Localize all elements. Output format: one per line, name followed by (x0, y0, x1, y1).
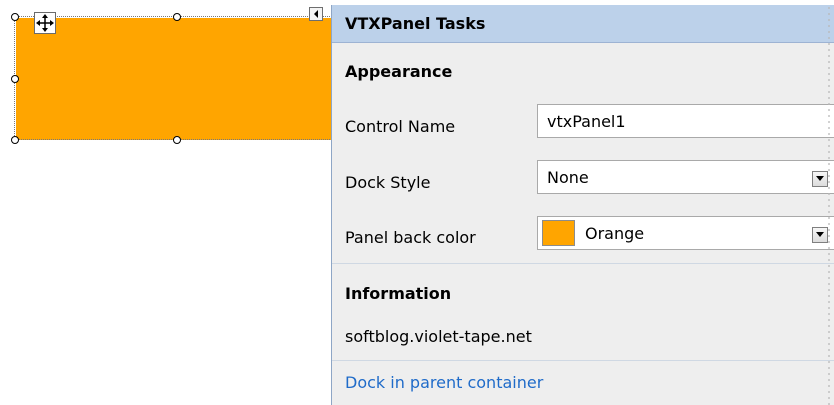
back-color-dropdown-arrow-icon[interactable] (812, 227, 828, 243)
vtx-panel-control[interactable] (16, 18, 332, 140)
color-swatch (542, 220, 575, 246)
back-color-label: Panel back color (345, 228, 476, 247)
resize-handle-bottom-left[interactable] (11, 136, 19, 144)
information-section-header: Information (345, 284, 452, 303)
section-divider (332, 263, 834, 264)
control-name-label: Control Name (345, 117, 456, 136)
dock-style-label: Dock Style (345, 173, 431, 192)
control-name-input[interactable]: vtxPanel1 (537, 104, 834, 138)
dock-in-parent-link[interactable]: Dock in parent container (345, 373, 543, 392)
link-divider (332, 360, 834, 361)
resize-handle-bottom-middle[interactable] (173, 136, 181, 144)
smart-tag-arrow-icon[interactable] (309, 7, 323, 21)
back-color-select[interactable]: Orange (537, 216, 834, 250)
resize-handle-top-middle[interactable] (173, 13, 181, 21)
resize-handle-top-left[interactable] (11, 13, 19, 21)
dock-style-dropdown-arrow-icon[interactable] (812, 171, 828, 187)
resize-handle-middle-left[interactable] (11, 75, 19, 83)
info-text: softblog.violet-tape.net (345, 327, 532, 346)
control-name-value: vtxPanel1 (547, 111, 626, 131)
smart-tag-task-panel: VTXPanel Tasks Appearance Control Name v… (331, 5, 834, 405)
dock-style-select[interactable]: None (537, 160, 834, 194)
dock-style-value: None (547, 167, 589, 187)
task-panel-title: VTXPanel Tasks (332, 5, 834, 43)
back-color-value: Orange (585, 223, 645, 243)
move-icon[interactable] (34, 12, 56, 34)
appearance-section-header: Appearance (345, 62, 453, 81)
